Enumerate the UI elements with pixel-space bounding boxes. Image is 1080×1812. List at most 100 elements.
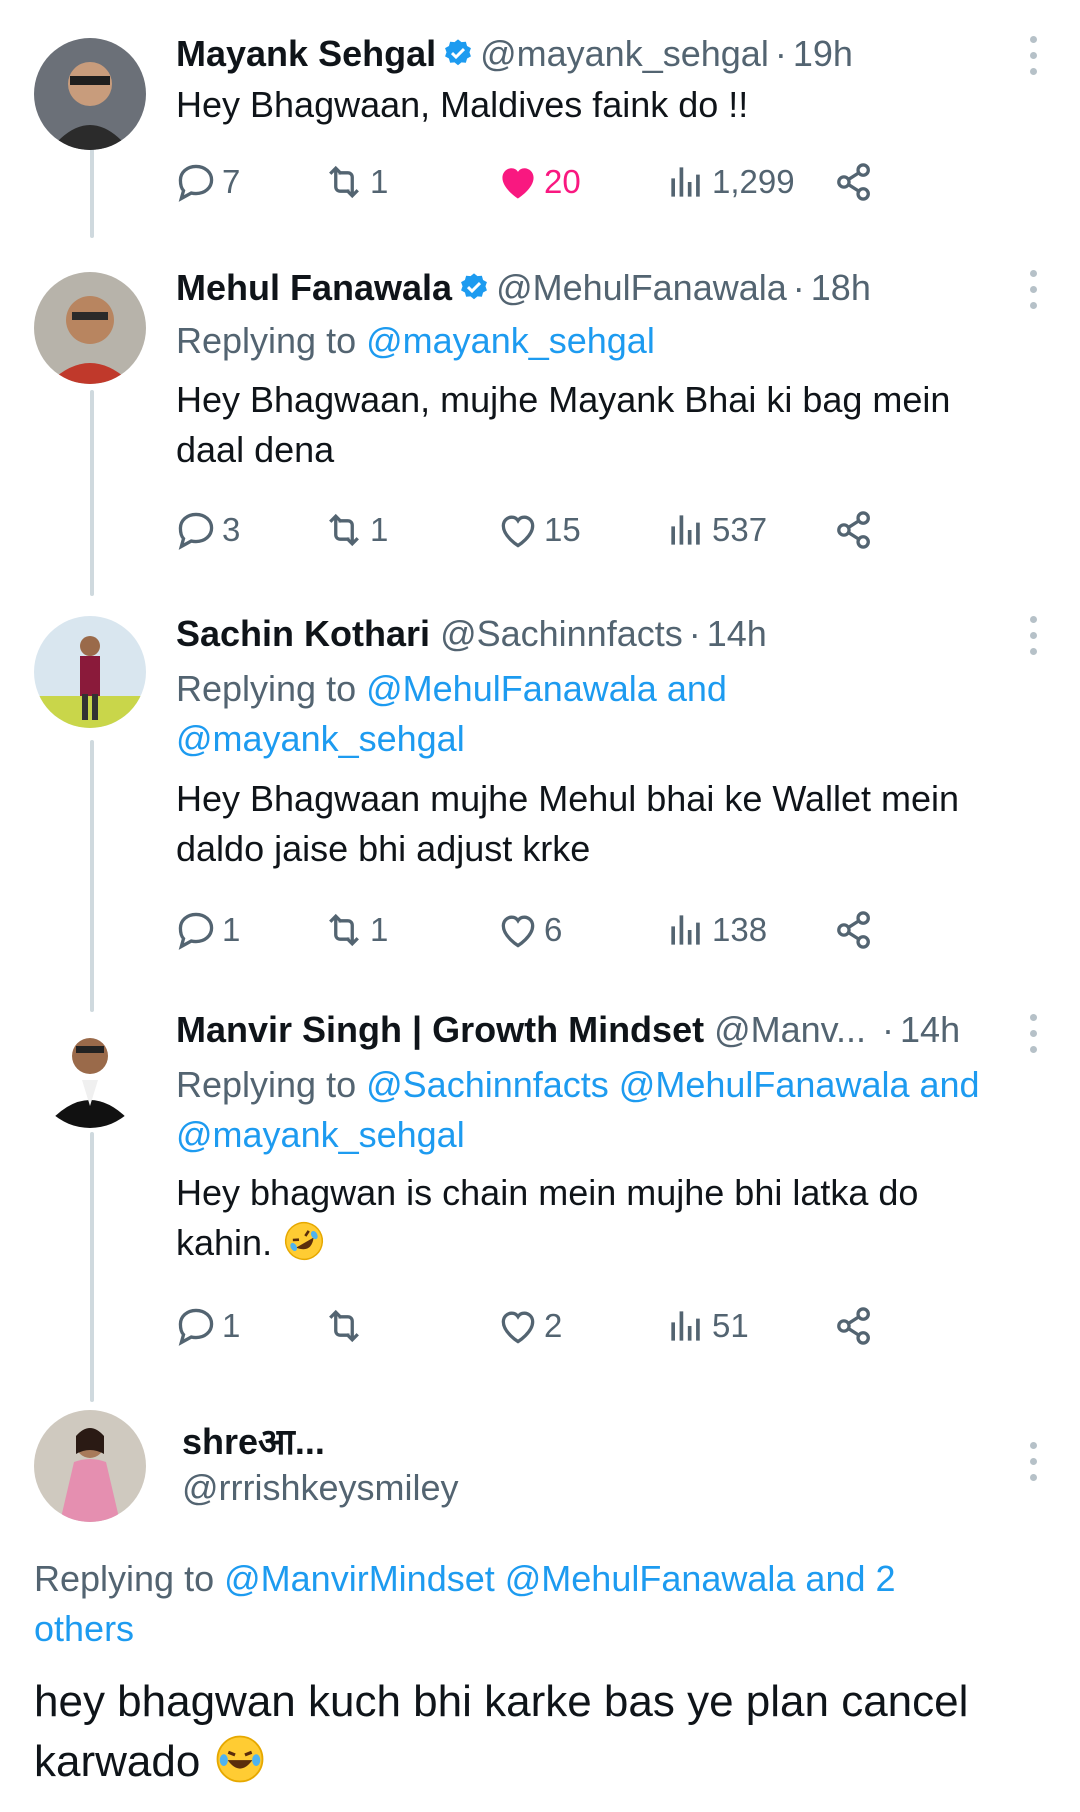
repost-icon xyxy=(329,513,359,547)
mention-link[interactable]: @MehulFanawala and xyxy=(366,668,727,709)
share-icon xyxy=(837,911,870,949)
heart-icon xyxy=(501,1311,535,1344)
user-handle[interactable]: @MehulFanawala xyxy=(496,267,787,308)
more-options-icon[interactable] xyxy=(1028,270,1038,314)
more-options-icon[interactable] xyxy=(1028,1014,1038,1058)
user-name[interactable]: Mayank Sehgal xyxy=(176,33,436,74)
avatar[interactable] xyxy=(34,1016,146,1128)
share-icon xyxy=(837,511,870,549)
tweet-text-line: karwado xyxy=(34,1737,201,1786)
like-count: 6 xyxy=(544,911,563,948)
tweet-text: hey bhagwan kuch bhi karke bas ye plan c… xyxy=(34,1672,1054,1792)
views-count: 138 xyxy=(712,911,768,948)
avatar[interactable] xyxy=(34,38,146,150)
tweet-text: Hey Bhagwaan, Maldives faink do !! xyxy=(176,84,749,125)
reply-button[interactable]: 7 xyxy=(174,154,240,210)
share-button[interactable] xyxy=(832,1298,880,1354)
user-handle[interactable]: @rrrishkeysmiley xyxy=(182,1466,459,1510)
replying-to: Replying to @mayank_sehgal xyxy=(176,316,655,366)
separator-dot: · xyxy=(792,267,805,308)
share-icon xyxy=(837,163,870,201)
user-handle[interactable]: @Sachinnfacts xyxy=(440,613,683,654)
separator-dot: · xyxy=(688,613,701,654)
repost-button[interactable]: 1 xyxy=(322,502,388,558)
views-chart-icon xyxy=(671,915,700,945)
reply-count: 1 xyxy=(222,1307,241,1344)
views-button[interactable]: 1,299 xyxy=(664,154,795,210)
mention-link[interactable]: @mayank_sehgal xyxy=(176,1114,465,1155)
tweet-text-line: hey bhagwan kuch bhi karke bas ye plan c… xyxy=(34,1677,969,1726)
views-button[interactable]: 138 xyxy=(664,902,767,958)
user-name[interactable]: shreआ... xyxy=(182,1420,325,1464)
tweet-header: Manvir Singh | Growth Mindset @Manv... · 1… xyxy=(176,1008,960,1052)
repost-button[interactable] xyxy=(322,1298,370,1354)
user-handle[interactable]: @Manv... xyxy=(714,1009,866,1050)
avatar[interactable] xyxy=(34,1410,146,1522)
like-button[interactable]: 20 xyxy=(496,154,581,210)
user-name[interactable]: Mehul Fanawala xyxy=(176,267,452,308)
timestamp[interactable]: 18h xyxy=(811,267,871,308)
heart-icon xyxy=(501,915,535,948)
avatar[interactable] xyxy=(34,272,146,384)
tweet-text: Hey bhagwan is chain mein mujhe bhi latk… xyxy=(176,1168,1036,1268)
mention-link[interactable]: @Sachinnfacts @MehulFanawala and xyxy=(366,1064,979,1105)
share-icon xyxy=(837,1307,870,1345)
timestamp[interactable]: 19h xyxy=(793,33,853,74)
share-button[interactable] xyxy=(832,902,880,958)
tweet-text-line: Hey bhagwan is chain mein mujhe bhi latk… xyxy=(176,1172,919,1213)
repost-icon xyxy=(329,165,359,199)
user-name[interactable]: Manvir Singh | Growth Mindset xyxy=(176,1009,704,1050)
views-button[interactable]: 51 xyxy=(664,1298,749,1354)
like-button[interactable]: 2 xyxy=(496,1298,562,1354)
reply-button[interactable]: 1 xyxy=(174,1298,240,1354)
rolling-on-floor-laughing-emoji xyxy=(285,1221,324,1261)
tweet-text-line: kahin. xyxy=(176,1222,273,1263)
more-options-icon[interactable] xyxy=(1028,1442,1038,1486)
mention-link[interactable]: @mayank_sehgal xyxy=(366,320,655,361)
reply-icon xyxy=(178,1308,214,1346)
repost-count: 1 xyxy=(370,511,389,548)
thread-line xyxy=(90,390,94,596)
thread-line xyxy=(90,740,94,1012)
separator-dot: · xyxy=(774,33,787,74)
like-button[interactable]: 6 xyxy=(496,902,562,958)
replying-to-label: Replying to xyxy=(176,1064,357,1105)
share-button[interactable] xyxy=(832,502,880,558)
like-count: 2 xyxy=(544,1307,563,1344)
timestamp[interactable]: 14h xyxy=(900,1009,960,1050)
repost-button[interactable]: 1 xyxy=(322,154,388,210)
more-options-icon[interactable] xyxy=(1028,36,1038,80)
like-button[interactable]: 15 xyxy=(496,502,581,558)
face-with-tears-of-joy-emoji xyxy=(216,1735,263,1783)
views-count: 537 xyxy=(712,511,768,548)
views-count: 1,299 xyxy=(712,163,795,200)
tweet-header: Mayank Sehgal @mayank_sehgal · 19h xyxy=(176,32,853,76)
mention-link[interactable]: others xyxy=(34,1608,134,1649)
thread-line xyxy=(90,1132,94,1402)
heart-filled-icon xyxy=(502,168,534,199)
reply-button[interactable]: 3 xyxy=(174,502,240,558)
replying-to: Replying to @MehulFanawala and @mayank_s… xyxy=(176,664,727,764)
action-bar: 7 1 20 1,299 xyxy=(176,154,1026,210)
action-bar: 1 1 6 138 xyxy=(176,902,1026,958)
repost-count: 1 xyxy=(370,163,389,200)
more-options-icon[interactable] xyxy=(1028,616,1038,660)
timestamp[interactable]: 14h xyxy=(707,613,767,654)
verified-badge-icon xyxy=(461,273,488,300)
action-bar: 1 2 51 xyxy=(176,1298,1026,1354)
mention-link[interactable]: @mayank_sehgal xyxy=(176,718,465,759)
views-button[interactable]: 537 xyxy=(664,502,767,558)
reply-button[interactable]: 1 xyxy=(174,902,240,958)
replying-to: Replying to @Sachinnfacts @MehulFanawala… xyxy=(176,1060,980,1160)
mention-link[interactable]: @ManvirMindset @MehulFanawala and 2 xyxy=(224,1558,895,1599)
separator-dot: · xyxy=(882,1009,895,1050)
action-bar: 3 1 15 537 xyxy=(176,502,1026,558)
avatar[interactable] xyxy=(34,616,146,728)
like-count: 15 xyxy=(544,511,581,548)
share-button[interactable] xyxy=(832,154,880,210)
reply-icon xyxy=(178,164,214,202)
user-handle[interactable]: @mayank_sehgal xyxy=(480,33,769,74)
user-name[interactable]: Sachin Kothari xyxy=(176,613,430,654)
repost-button[interactable]: 1 xyxy=(322,902,388,958)
repost-icon xyxy=(329,1309,359,1343)
